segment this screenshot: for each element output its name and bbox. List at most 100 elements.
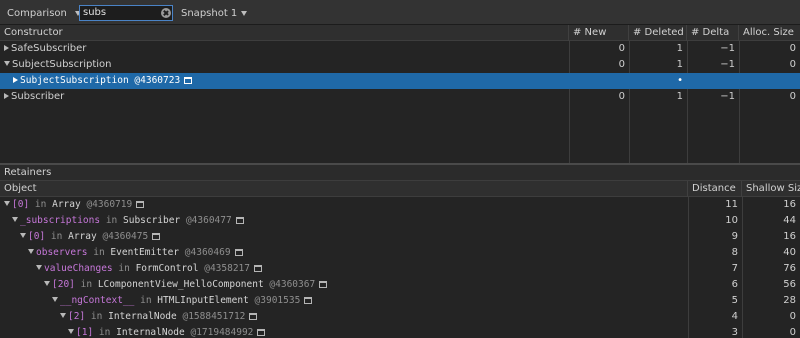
shallow-size-value: 0 bbox=[789, 311, 796, 322]
retainers-grid-header: Object Distance Shallow Size bbox=[0, 181, 800, 197]
retainer-id: @4360469 bbox=[184, 247, 231, 258]
collapse-arrow-icon[interactable] bbox=[44, 281, 50, 286]
store-as-global-icon[interactable] bbox=[304, 297, 313, 304]
alloc-size: 0 bbox=[789, 43, 796, 54]
table-row[interactable]: Subscriber 0 1 −1 0 bbox=[0, 89, 800, 105]
view-mode-label: Comparison bbox=[7, 7, 67, 19]
retainer-class: EventEmitter bbox=[110, 247, 180, 258]
alloc-size: 0 bbox=[789, 91, 796, 102]
retainer-row[interactable]: [1] in InternalNode @1719484992 3 0 bbox=[0, 325, 800, 338]
collapse-arrow-icon[interactable] bbox=[60, 313, 66, 318]
table-row-selected[interactable]: SubjectSubscription @4360723 • bbox=[0, 73, 800, 89]
retainer-row[interactable]: [2] in InternalNode @1588451712 4 0 bbox=[0, 309, 800, 325]
retainer-property: valueChanges bbox=[44, 263, 113, 274]
store-as-global-icon[interactable] bbox=[257, 329, 266, 336]
store-as-global-icon[interactable] bbox=[235, 217, 244, 224]
column-header-deleted[interactable]: # Deleted bbox=[629, 25, 687, 41]
expand-arrow-icon[interactable] bbox=[4, 93, 9, 99]
store-as-global-icon[interactable] bbox=[319, 281, 328, 288]
retainer-id: @4360477 bbox=[185, 215, 232, 226]
retainer-row[interactable]: __ngContext__ in HTMLInputElement @39015… bbox=[0, 293, 800, 309]
shallow-size-value: 76 bbox=[783, 263, 796, 274]
retainer-property: [2] bbox=[68, 311, 86, 322]
retainer-id: @4360367 bbox=[269, 279, 316, 290]
collapse-arrow-icon[interactable] bbox=[36, 265, 42, 270]
delta-count: −1 bbox=[720, 91, 735, 102]
store-as-global-icon[interactable] bbox=[152, 233, 161, 240]
shallow-size-value: 16 bbox=[783, 231, 796, 242]
deleted-marker: • bbox=[677, 75, 683, 86]
table-row[interactable]: SubjectSubscription 0 1 −1 0 bbox=[0, 57, 800, 73]
retainer-property: [0] bbox=[12, 199, 30, 210]
constructor-name: SafeSubscriber bbox=[11, 43, 87, 54]
collapse-arrow-icon[interactable] bbox=[20, 233, 26, 238]
retainer-in: in bbox=[140, 295, 152, 306]
distance-value: 10 bbox=[725, 215, 738, 226]
column-header-new[interactable]: # New bbox=[569, 25, 629, 41]
retainer-in: in bbox=[93, 247, 105, 258]
retainer-property: [1] bbox=[76, 327, 94, 338]
retainer-property: __ngContext__ bbox=[60, 295, 135, 306]
search-input[interactable]: subs bbox=[79, 5, 173, 21]
alloc-size: 0 bbox=[789, 59, 796, 70]
snapshot-label: Snapshot 1 bbox=[181, 7, 238, 19]
distance-value: 9 bbox=[731, 231, 738, 242]
store-as-global-icon[interactable] bbox=[249, 313, 258, 320]
retainer-id: @4360719 bbox=[86, 199, 133, 210]
distance-value: 3 bbox=[731, 327, 738, 338]
collapse-arrow-icon[interactable] bbox=[12, 217, 18, 222]
object-name: SubjectSubscription bbox=[20, 75, 129, 86]
shallow-size-value: 0 bbox=[789, 327, 796, 338]
retainer-id: @3901535 bbox=[254, 295, 301, 306]
collapse-arrow-icon[interactable] bbox=[68, 329, 74, 334]
expand-arrow-icon[interactable] bbox=[13, 77, 18, 83]
collapse-arrow-icon[interactable] bbox=[4, 201, 10, 206]
retainers-title: Retainers bbox=[4, 167, 52, 178]
column-header-object[interactable]: Object bbox=[0, 181, 688, 197]
column-header-constructor[interactable]: Constructor bbox=[0, 25, 569, 41]
store-as-global-icon[interactable] bbox=[184, 77, 193, 84]
column-header-distance[interactable]: Distance bbox=[688, 181, 742, 197]
deleted-count: 1 bbox=[676, 59, 683, 70]
retainer-property: _subscriptions bbox=[20, 215, 101, 226]
constructor-name: SubjectSubscription bbox=[12, 59, 112, 70]
expand-arrow-icon[interactable] bbox=[4, 45, 9, 51]
retainer-property: observers bbox=[36, 247, 88, 258]
constructor-grid-header: Constructor # New # Deleted # Delta Allo… bbox=[0, 25, 800, 41]
retainer-class: Array bbox=[68, 231, 97, 242]
shallow-size-value: 16 bbox=[783, 199, 796, 210]
table-row[interactable]: SafeSubscriber 0 1 −1 0 bbox=[0, 41, 800, 57]
store-as-global-icon[interactable] bbox=[253, 265, 262, 272]
snapshot-select[interactable]: Snapshot 1 bbox=[181, 4, 248, 22]
distance-value: 6 bbox=[731, 279, 738, 290]
retainer-row[interactable]: observers in EventEmitter @4360469 8 40 bbox=[0, 245, 800, 261]
retainer-row[interactable]: [0] in Array @4360719 11 16 bbox=[0, 197, 800, 213]
distance-value: 11 bbox=[725, 199, 738, 210]
retainer-in: in bbox=[105, 215, 118, 226]
new-count: 0 bbox=[618, 91, 625, 102]
collapse-arrow-icon[interactable] bbox=[52, 297, 58, 302]
retainer-id: @4360475 bbox=[102, 231, 149, 242]
shallow-size-value: 40 bbox=[783, 247, 796, 258]
clear-search-icon[interactable] bbox=[161, 8, 171, 18]
column-header-shallow-size[interactable]: Shallow Size bbox=[742, 181, 800, 197]
collapse-arrow-icon[interactable] bbox=[4, 61, 10, 66]
store-as-global-icon[interactable] bbox=[234, 249, 243, 256]
retainer-in: in bbox=[34, 199, 47, 210]
column-header-delta[interactable]: # Delta bbox=[687, 25, 739, 41]
retainer-in: in bbox=[90, 311, 103, 322]
deleted-count: 1 bbox=[676, 91, 683, 102]
shallow-size-value: 44 bbox=[783, 215, 796, 226]
retainer-class: HTMLInputElement bbox=[157, 295, 249, 306]
retainer-row[interactable]: [20] in LComponentView_HelloComponent @4… bbox=[0, 277, 800, 293]
retainer-row[interactable]: valueChanges in FormControl @4358217 7 76 bbox=[0, 261, 800, 277]
shallow-size-value: 28 bbox=[783, 295, 796, 306]
retainer-class: LComponentView_HelloComponent bbox=[97, 279, 264, 290]
collapse-arrow-icon[interactable] bbox=[28, 249, 34, 254]
retainer-row[interactable]: [0] in Array @4360475 9 16 bbox=[0, 229, 800, 245]
retainer-row[interactable]: _subscriptions in Subscriber @4360477 10 4… bbox=[0, 213, 800, 229]
view-mode-select[interactable]: Comparison bbox=[7, 4, 81, 22]
store-as-global-icon[interactable] bbox=[136, 201, 145, 208]
retainer-property: [20] bbox=[52, 279, 75, 290]
column-header-alloc-size[interactable]: Alloc. Size bbox=[739, 25, 800, 41]
